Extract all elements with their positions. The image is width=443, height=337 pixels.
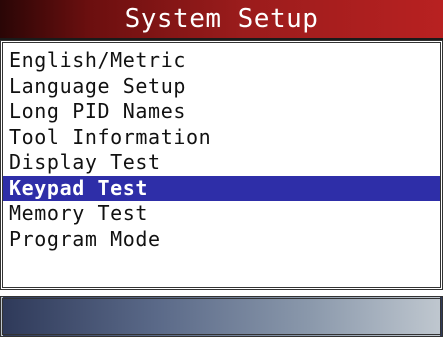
menu-item-long-pid-names[interactable]: Long PID Names (3, 99, 440, 125)
menu-item-keypad-test[interactable]: Keypad Test (3, 175, 440, 201)
menu-item-program-mode[interactable]: Program Mode (3, 227, 440, 253)
scan-tool-screen: System Setup English/Metric Language Set… (0, 0, 443, 337)
status-bar (0, 296, 443, 337)
menu-item-tool-information[interactable]: Tool Information (3, 125, 440, 151)
menu-item-display-test[interactable]: Display Test (3, 150, 440, 176)
menu-item-memory-test[interactable]: Memory Test (3, 201, 440, 227)
menu-item-language-setup[interactable]: Language Setup (3, 74, 440, 100)
screen-title: System Setup (124, 4, 319, 34)
menu-panel: English/Metric Language Setup Long PID N… (0, 40, 443, 290)
menu-item-english-metric[interactable]: English/Metric (3, 48, 440, 74)
title-bar: System Setup (0, 0, 443, 40)
menu-list: English/Metric Language Setup Long PID N… (3, 43, 440, 252)
